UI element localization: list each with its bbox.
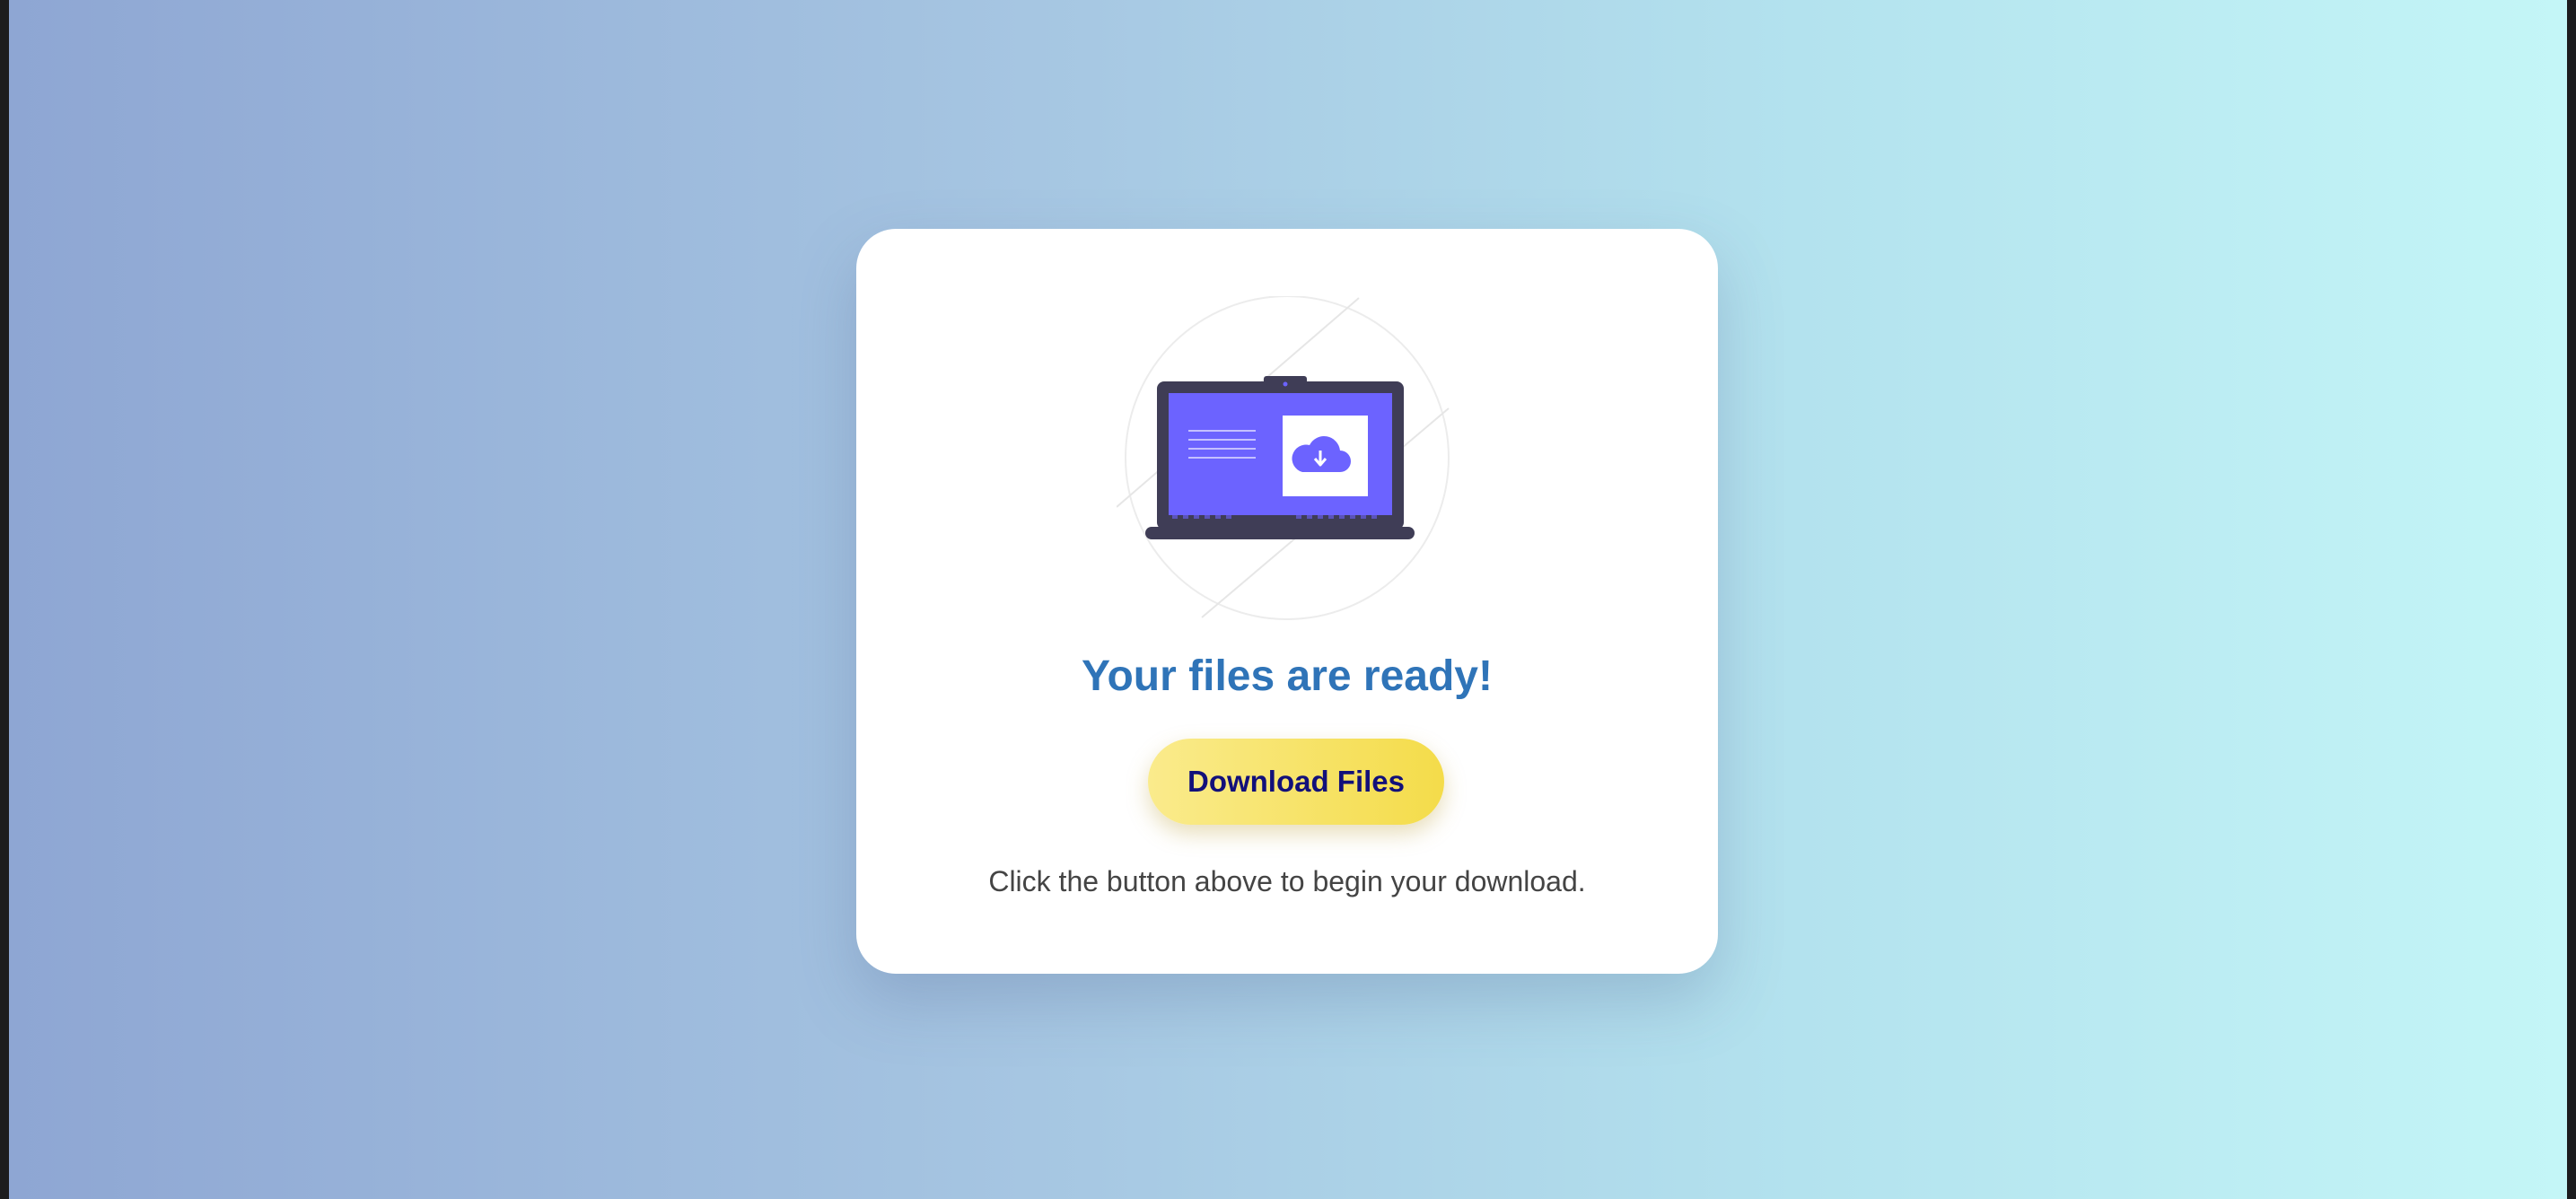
download-files-button[interactable]: Download Files bbox=[1148, 739, 1444, 825]
laptop-cloud-download-icon bbox=[1117, 296, 1450, 620]
page-viewport: Your files are ready! Download Files Cli… bbox=[9, 0, 2567, 1199]
laptop-base bbox=[1145, 527, 1415, 539]
download-card: Your files are ready! Download Files Cli… bbox=[856, 229, 1718, 974]
browser-window: Your files are ready! Download Files Cli… bbox=[0, 0, 2576, 1199]
laptop-camera bbox=[1283, 381, 1288, 387]
page-title: Your files are ready! bbox=[1082, 652, 1493, 700]
laptop-hinge-detail bbox=[1169, 515, 1392, 521]
download-instruction: Click the button above to begin your dow… bbox=[988, 865, 1586, 897]
